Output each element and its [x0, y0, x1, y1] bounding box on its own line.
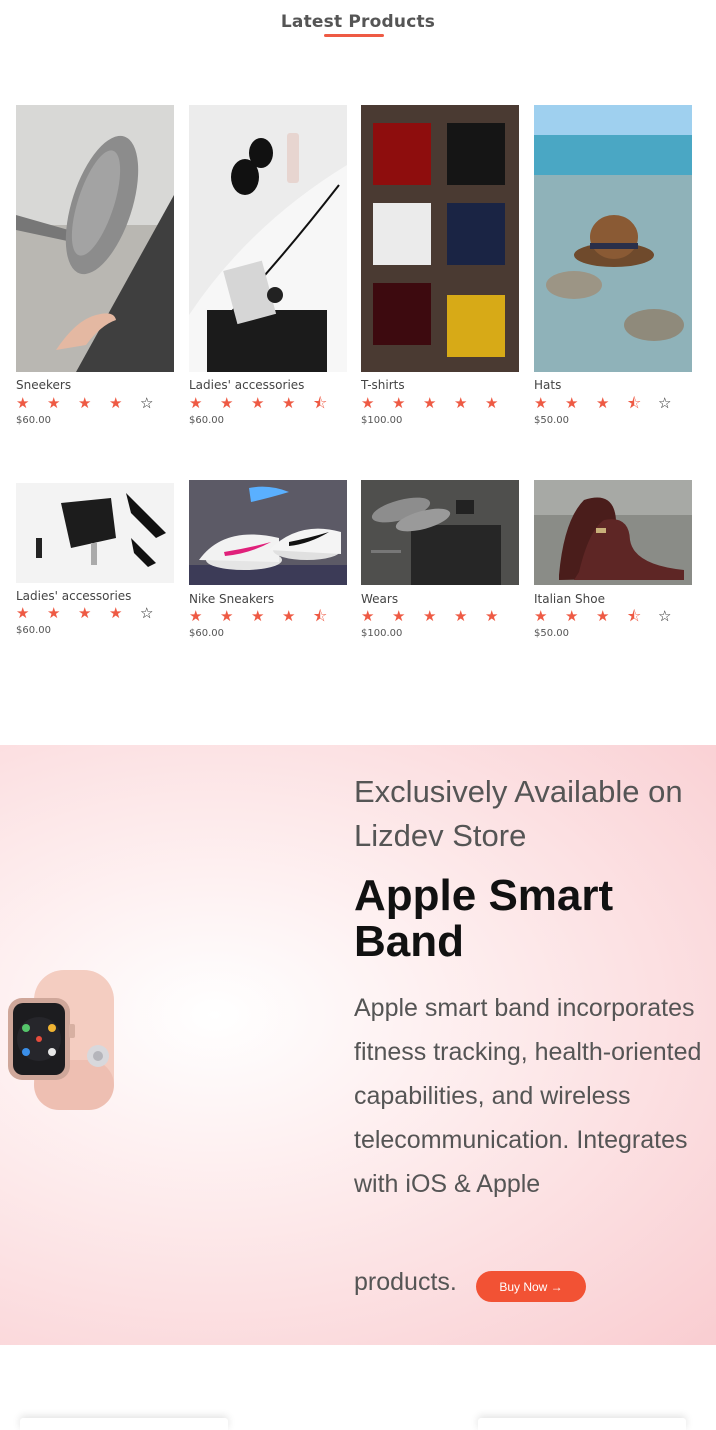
star-half-icon: ⯪	[313, 607, 328, 625]
rating-stars: ★ ★ ★ ★ ⯪	[189, 395, 347, 411]
star-icon: ★	[251, 394, 265, 412]
product-name[interactable]: Italian Shoe	[534, 592, 605, 606]
product-price: $50.00	[534, 415, 569, 426]
star-empty-icon: ☆	[140, 604, 154, 622]
promo-title: Apple Smart Band	[354, 871, 614, 966]
star-icon: ★	[454, 607, 468, 625]
product-image-sneakers[interactable]	[16, 105, 174, 372]
product-name[interactable]: Sneekers	[16, 378, 71, 392]
product-image-italian-shoe[interactable]	[534, 480, 692, 585]
star-icon: ★	[282, 607, 296, 625]
star-empty-icon: ☆	[140, 394, 154, 412]
product-price: $60.00	[16, 415, 51, 426]
product-name[interactable]: Wears	[361, 592, 398, 606]
rating-stars: ★ ★ ★ ★ ⯪	[189, 608, 347, 624]
product-card[interactable]: T-shirts ★ ★ ★ ★ ★ $100.00	[361, 105, 519, 435]
star-icon: ★	[16, 394, 30, 412]
product-card[interactable]: Hats ★ ★ ★ ⯪ ☆ $50.00	[534, 105, 692, 435]
star-icon: ★	[220, 607, 234, 625]
star-icon: ★	[454, 394, 468, 412]
product-image-nike-sneakers[interactable]	[189, 480, 347, 585]
star-icon: ★	[565, 607, 579, 625]
page: Latest Products Sneekers ★ ★ ★ ★ ☆ $60.00	[0, 0, 716, 1430]
product-card[interactable]: Nike Sneakers ★ ★ ★ ★ ⯪ $60.00	[189, 480, 347, 645]
star-half-icon: ⯪	[627, 394, 642, 412]
product-price: $100.00	[361, 415, 403, 426]
star-icon: ★	[423, 394, 437, 412]
star-icon: ★	[78, 394, 92, 412]
product-card[interactable]: Wears ★ ★ ★ ★ ★ $100.00	[361, 480, 519, 645]
star-icon: ★	[220, 394, 234, 412]
product-price: $100.00	[361, 628, 403, 639]
star-empty-icon: ☆	[658, 394, 672, 412]
star-icon: ★	[485, 607, 499, 625]
rating-stars: ★ ★ ★ ★ ★	[361, 395, 519, 411]
rating-stars: ★ ★ ★ ⯪ ☆	[534, 608, 692, 624]
star-half-icon: ⯪	[627, 607, 642, 625]
product-image-t-shirts[interactable]	[361, 105, 519, 372]
star-icon: ★	[596, 607, 610, 625]
rating-stars: ★ ★ ★ ★ ★	[361, 608, 519, 624]
star-icon: ★	[485, 394, 499, 412]
promo-subtitle: Exclusively Available on Lizdev Store	[354, 774, 683, 853]
product-image-ladies-accessories[interactable]	[189, 105, 347, 372]
product-card[interactable]: Ladies' accessories ★ ★ ★ ★ ☆ $60.00	[16, 483, 174, 643]
star-icon: ★	[189, 607, 203, 625]
star-icon: ★	[534, 394, 548, 412]
product-card[interactable]: Sneekers ★ ★ ★ ★ ☆ $60.00	[16, 105, 174, 435]
star-icon: ★	[596, 394, 610, 412]
star-icon: ★	[47, 394, 61, 412]
product-card[interactable]: Italian Shoe ★ ★ ★ ⯪ ☆ $50.00	[534, 480, 692, 645]
promo-description: Apple smart band incorporates fitness tr…	[354, 994, 702, 1198]
product-price: $60.00	[16, 625, 51, 636]
star-icon: ★	[392, 394, 406, 412]
product-name[interactable]: Nike Sneakers	[189, 592, 274, 606]
product-image-wears[interactable]	[361, 480, 519, 585]
product-name[interactable]: T-shirts	[361, 378, 405, 392]
rating-stars: ★ ★ ★ ★ ☆	[16, 605, 174, 621]
star-empty-icon: ☆	[658, 607, 672, 625]
product-image-ladies-accessories-2[interactable]	[16, 483, 174, 583]
bottom-card-right	[478, 1418, 686, 1430]
star-icon: ★	[78, 604, 92, 622]
star-icon: ★	[282, 394, 296, 412]
star-icon: ★	[565, 394, 579, 412]
star-icon: ★	[392, 607, 406, 625]
bottom-card-left	[20, 1418, 228, 1430]
product-name[interactable]: Hats	[534, 378, 561, 392]
star-icon: ★	[361, 394, 375, 412]
rating-stars: ★ ★ ★ ★ ☆	[16, 395, 174, 411]
product-name[interactable]: Ladies' accessories	[16, 589, 131, 603]
star-icon: ★	[109, 604, 123, 622]
product-image-hats[interactable]	[534, 105, 692, 372]
product-price: $60.00	[189, 415, 224, 426]
star-icon: ★	[109, 394, 123, 412]
star-icon: ★	[423, 607, 437, 625]
promo-banner: Exclusively Available on Lizdev Store Ap…	[0, 745, 716, 1345]
rating-stars: ★ ★ ★ ⯪ ☆	[534, 395, 692, 411]
product-card[interactable]: Ladies' accessories ★ ★ ★ ★ ⯪ $60.00	[189, 105, 347, 435]
product-price: $60.00	[189, 628, 224, 639]
product-name[interactable]: Ladies' accessories	[189, 378, 304, 392]
promo-description-end: products.	[354, 1268, 457, 1296]
buy-now-button[interactable]: Buy Now →	[476, 1271, 586, 1302]
product-price: $50.00	[534, 628, 569, 639]
title-underline	[324, 34, 384, 37]
section-title: Latest Products	[280, 12, 436, 32]
star-icon: ★	[251, 607, 265, 625]
smart-band-image	[6, 970, 130, 1110]
star-icon: ★	[47, 604, 61, 622]
star-icon: ★	[189, 394, 203, 412]
star-icon: ★	[534, 607, 548, 625]
star-icon: ★	[16, 604, 30, 622]
star-icon: ★	[361, 607, 375, 625]
star-half-icon: ⯪	[313, 394, 328, 412]
